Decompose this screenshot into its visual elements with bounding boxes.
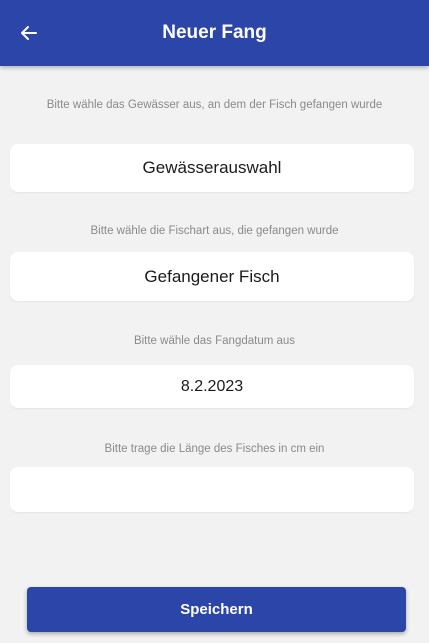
water-select[interactable]: Gewässerauswahl <box>10 144 414 192</box>
length-input[interactable] <box>10 466 414 513</box>
date-prompt: Bitte wähle das Fangdatum aus <box>133 335 296 347</box>
page-title: Neuer Fang <box>162 22 267 43</box>
fish-select[interactable]: Gefangener Fisch <box>10 252 414 301</box>
length-prompt: Bitte trage die Länge des Fisches in cm … <box>104 443 325 455</box>
date-picker[interactable]: 8.2.2023 <box>10 365 414 408</box>
save-button[interactable]: Speichern <box>27 587 406 632</box>
length-field-container <box>10 466 414 513</box>
app-bar: Neuer Fang <box>0 0 429 66</box>
water-prompt: Bitte wähle das Gewässer aus, an dem der… <box>46 99 383 111</box>
fish-prompt: Bitte wähle die Fischart aus, die gefang… <box>90 225 339 237</box>
